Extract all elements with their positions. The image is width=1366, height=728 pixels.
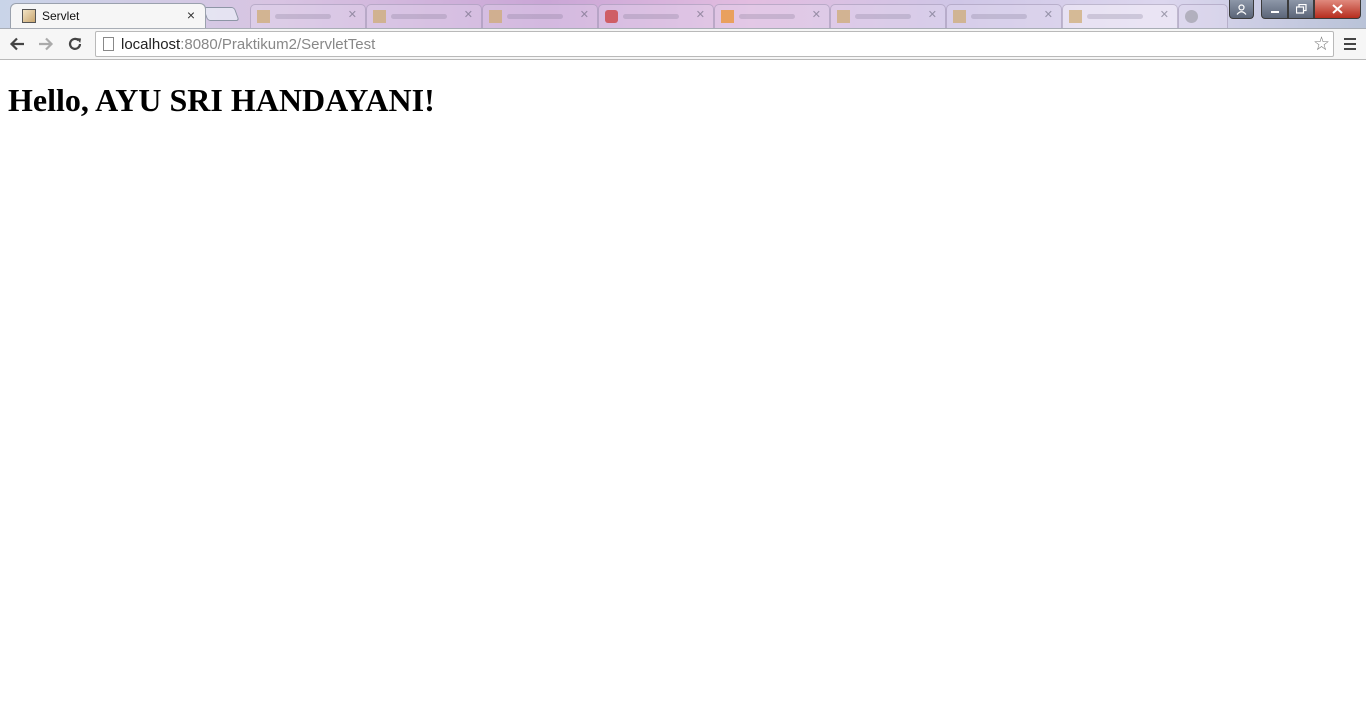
background-tab[interactable]: ✕ bbox=[598, 4, 714, 28]
close-icon[interactable]: ✕ bbox=[348, 8, 357, 21]
close-icon[interactable]: ✕ bbox=[1044, 8, 1053, 21]
favicon-icon bbox=[257, 10, 270, 23]
page-heading: Hello, AYU SRI HANDAYANI! bbox=[8, 82, 435, 118]
page-icon bbox=[103, 37, 114, 51]
close-window-icon[interactable] bbox=[1314, 0, 1361, 19]
favicon-icon bbox=[373, 10, 386, 23]
maximize-icon[interactable] bbox=[1288, 0, 1314, 19]
menu-icon[interactable] bbox=[1340, 33, 1360, 55]
tab-close-icon[interactable]: × bbox=[187, 7, 195, 23]
close-icon[interactable]: ✕ bbox=[812, 8, 821, 21]
background-tab[interactable] bbox=[1178, 4, 1228, 28]
favicon-icon bbox=[489, 10, 502, 23]
favicon-icon bbox=[837, 10, 850, 23]
tab-title: Servlet bbox=[42, 9, 80, 23]
favicon-icon bbox=[953, 10, 966, 23]
forward-arrow-icon[interactable] bbox=[35, 33, 57, 55]
page-content: Hello, AYU SRI HANDAYANI! bbox=[0, 61, 1366, 728]
close-icon[interactable]: ✕ bbox=[580, 8, 589, 21]
address-bar[interactable]: localhost:8080/Praktikum2/ServletTest ☆ bbox=[95, 31, 1334, 57]
background-tab[interactable]: ✕ bbox=[250, 4, 366, 28]
background-tab[interactable]: ✕ bbox=[366, 4, 482, 28]
background-tab[interactable]: ✕ bbox=[1062, 4, 1178, 28]
reload-icon[interactable] bbox=[64, 33, 86, 55]
page-favicon bbox=[22, 9, 36, 23]
background-tab[interactable]: ✕ bbox=[714, 4, 830, 28]
favicon-icon bbox=[721, 10, 734, 23]
minimize-icon[interactable] bbox=[1261, 0, 1288, 19]
back-arrow-icon[interactable] bbox=[6, 33, 28, 55]
new-tab-button[interactable] bbox=[202, 7, 240, 21]
close-icon[interactable]: ✕ bbox=[928, 8, 937, 21]
background-tab[interactable]: ✕ bbox=[482, 4, 598, 28]
url-host: localhost bbox=[121, 36, 181, 53]
background-tab[interactable]: ✕ bbox=[830, 4, 946, 28]
close-icon[interactable]: ✕ bbox=[464, 8, 473, 21]
bookmark-star-icon[interactable]: ☆ bbox=[1313, 33, 1330, 56]
user-icon[interactable] bbox=[1229, 0, 1254, 19]
favicon-icon bbox=[605, 10, 618, 23]
close-icon[interactable]: ✕ bbox=[1160, 8, 1169, 21]
url-text[interactable]: localhost:8080/Praktikum2/ServletTest bbox=[121, 36, 375, 53]
background-tab[interactable]: ✕ bbox=[946, 4, 1062, 28]
browser-toolbar: localhost:8080/Praktikum2/ServletTest ☆ bbox=[0, 28, 1366, 60]
favicon-icon bbox=[1185, 10, 1198, 23]
tab-servlet[interactable]: Servlet × bbox=[10, 3, 206, 28]
favicon-icon bbox=[1069, 10, 1082, 23]
url-path: :8080/Praktikum2/ServletTest bbox=[180, 36, 376, 53]
tab-strip: Servlet × ✕ ✕ ✕ ✕ ✕ ✕ ✕ ✕ bbox=[0, 0, 1366, 28]
close-icon[interactable]: ✕ bbox=[696, 8, 705, 21]
